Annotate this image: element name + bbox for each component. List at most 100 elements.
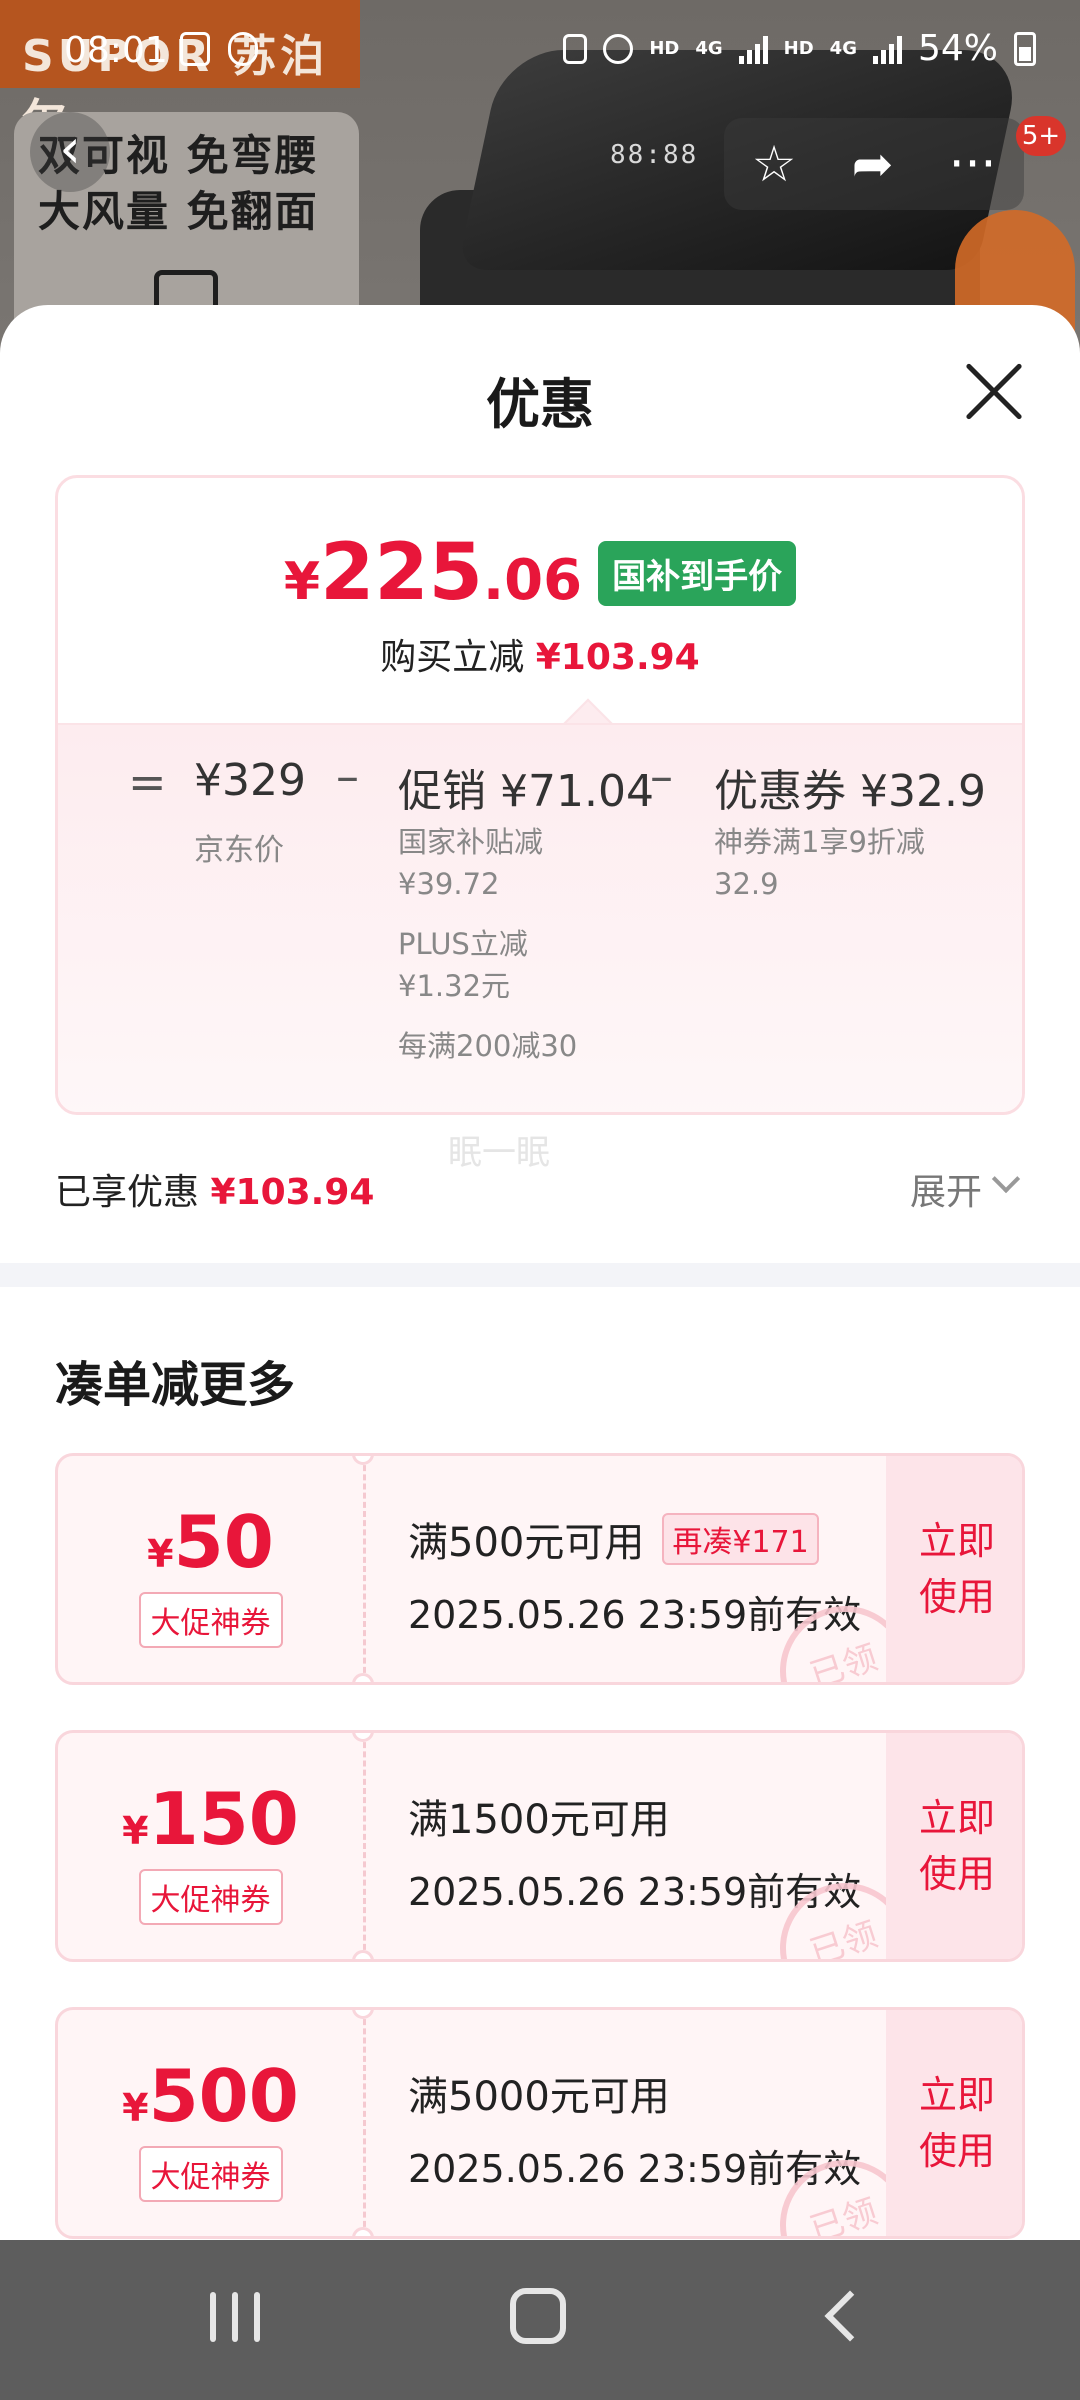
section-title: 凑单减更多 — [55, 1357, 296, 1413]
watermark-text: 眠一眠 — [448, 1133, 550, 1173]
coupon-condition: 满500元可用 — [408, 1520, 645, 1566]
jd-price-label: 京东价 — [194, 833, 284, 868]
promo-total: 促销 ¥71.04 — [398, 766, 654, 817]
coupon-card: ¥ 150 大促神券 满1500元可用 2025.05.26 23:59前有效 … — [55, 1730, 1025, 1962]
use-button-label: 使用 — [918, 2129, 995, 2173]
coupon-info: 满500元可用 再凑¥171 2025.05.26 23:59前有效 — [408, 1510, 861, 1639]
minus-sign: – — [336, 749, 359, 803]
reduce-label: 购买立减 — [380, 637, 525, 678]
network-label: 4G — [829, 38, 857, 59]
reduce-row: 购买立减 ¥103.94 — [58, 628, 1022, 680]
final-price-row: ¥ 225 .06 国补到手价 — [58, 528, 1022, 618]
promo-detail: 每满200减30 — [398, 1029, 578, 1063]
home-icon[interactable] — [510, 2288, 566, 2344]
use-button-label: 立即 — [918, 2073, 995, 2117]
use-now-button[interactable]: 立即 使用 — [886, 2010, 1022, 2236]
coupon-details: 神券满1享9折减 32.9 — [714, 821, 925, 905]
status-bar: 08:01 HD 4G HD 4G 54% — [0, 0, 1080, 100]
star-icon[interactable]: ☆ — [752, 139, 797, 189]
status-icons: HD 4G HD 4G 54% — [563, 28, 1036, 69]
coupon-condition-row: 满5000元可用 — [408, 2064, 861, 2122]
close-icon[interactable] — [962, 360, 1026, 424]
coupon-more-needed: 再凑¥171 — [662, 1513, 819, 1565]
coupon-card: ¥ 50 大促神券 满500元可用 再凑¥171 2025.05.26 23:5… — [55, 1453, 1025, 1685]
signal-icon — [738, 34, 768, 64]
share-icon[interactable]: ➦ — [852, 139, 894, 189]
hd-label: HD — [649, 38, 680, 59]
coupon-condition-row: 满1500元可用 — [408, 1787, 861, 1845]
chevron-left-icon: ‹ — [59, 117, 81, 180]
use-button-label: 立即 — [918, 1519, 995, 1563]
enjoyed-amount: ¥103.94 — [210, 1172, 375, 1213]
back-button[interactable]: ‹ — [30, 112, 110, 192]
app-notification-icon — [228, 32, 258, 66]
coupon-detail: 神券满1享9折减 — [714, 825, 925, 859]
final-price: ¥ 225 .06 — [284, 528, 582, 618]
sheet-title: 优惠 — [486, 373, 594, 436]
price-top: ¥ 225 .06 国补到手价 购买立减 ¥103.94 — [58, 478, 1022, 723]
jd-price: ¥329 — [194, 755, 306, 806]
expand-button[interactable]: 展开 — [910, 1163, 982, 1215]
coupon-card: ¥ 500 大促神券 满5000元可用 2025.05.26 23:59前有效 … — [55, 2007, 1025, 2239]
coupon-separator — [363, 2010, 366, 2236]
recycle-icon — [563, 33, 588, 64]
back-nav-icon[interactable] — [824, 2290, 876, 2342]
coupon-tag: 大促神券 — [138, 2146, 283, 2202]
coupon-info: 满1500元可用 2025.05.26 23:59前有效 — [408, 1787, 861, 1916]
use-button-label: 使用 — [918, 1852, 995, 1896]
coupon-condition-row: 满500元可用 再凑¥171 — [408, 1510, 861, 1568]
promo-detail: ¥1.32元 — [398, 969, 511, 1003]
equals-sign: = — [128, 755, 167, 809]
product-display: 88:88 — [610, 140, 699, 170]
notification-badge: 5+ — [1016, 116, 1066, 156]
coupon-value-area: ¥ 50 大促神券 — [58, 1456, 363, 1682]
coupon-value-area: ¥ 150 大促神券 — [58, 1733, 363, 1959]
coupon-detail: 32.9 — [714, 867, 779, 901]
promo-detail: PLUS立减 — [398, 927, 528, 961]
section-divider — [0, 1263, 1080, 1287]
enjoyed-label: 已享优惠 — [55, 1172, 200, 1213]
promo-details: 国家补贴减 ¥39.72 PLUS立减 ¥1.32元 每满200减30 — [398, 821, 577, 1067]
price-decimal: .06 — [482, 548, 583, 613]
product-actions: ☆ ➦ ··· — [724, 118, 1024, 210]
coupon-value: ¥ 150 — [58, 1777, 363, 1861]
minus-sign: – — [650, 749, 673, 803]
clock-app-icon — [180, 32, 210, 66]
coupon-info: 满5000元可用 2025.05.26 23:59前有效 — [408, 2064, 861, 2193]
coupon-value-area: ¥ 500 大促神券 — [58, 2010, 363, 2236]
discount-sheet: 优惠 ¥ 225 .06 国补到手价 购买立减 ¥103.94 = ¥329 京… — [0, 305, 1080, 2240]
use-button-label: 立即 — [918, 1796, 995, 1840]
enjoyed-discount: 已享优惠 ¥103.94 — [55, 1163, 374, 1215]
coupon-total: 优惠券 ¥32.9 — [714, 766, 986, 817]
currency-symbol: ¥ — [147, 1532, 174, 1576]
alarm-icon — [603, 33, 634, 64]
use-now-button[interactable]: 立即 使用 — [886, 1733, 1022, 1959]
coupon-value: ¥ 50 — [58, 1500, 363, 1584]
coupon-notch — [352, 1673, 374, 1682]
signal-icon — [872, 34, 902, 64]
coupon-amount: 150 — [148, 1777, 299, 1861]
battery-percent: 54% — [917, 28, 998, 69]
use-now-button[interactable]: 立即 使用 — [886, 1456, 1022, 1682]
price-breakdown: = ¥329 京东价 – 促销 ¥71.04 国家补贴减 ¥39.72 PLUS… — [58, 723, 1022, 1112]
coupon-separator — [363, 1456, 366, 1682]
network-label: 4G — [695, 38, 723, 59]
coupon-tag: 大促神券 — [138, 1869, 283, 1925]
gov-subsidy-tag: 国补到手价 — [598, 540, 797, 606]
recent-apps-icon[interactable] — [210, 2292, 260, 2342]
more-icon[interactable]: ··· — [949, 139, 997, 189]
currency-symbol: ¥ — [283, 552, 321, 612]
system-nav-bar — [0, 2240, 1080, 2400]
use-button-label: 使用 — [918, 1575, 995, 1619]
currency-symbol: ¥ — [122, 1809, 149, 1853]
coupon-value: ¥ 500 — [58, 2054, 363, 2138]
coupon-condition: 满5000元可用 — [408, 2074, 670, 2120]
coupon-condition: 满1500元可用 — [408, 1797, 670, 1843]
currency-symbol: ¥ — [122, 2086, 149, 2130]
status-time: 08:01 — [64, 30, 168, 71]
hd-label: HD — [783, 38, 814, 59]
chevron-down-icon[interactable] — [991, 1164, 1021, 1194]
promo-detail: ¥39.72 — [398, 867, 500, 901]
price-summary-card: ¥ 225 .06 国补到手价 购买立减 ¥103.94 = ¥329 京东价 … — [55, 475, 1025, 1115]
promo-line: 大风量 免翻面 — [38, 187, 319, 236]
